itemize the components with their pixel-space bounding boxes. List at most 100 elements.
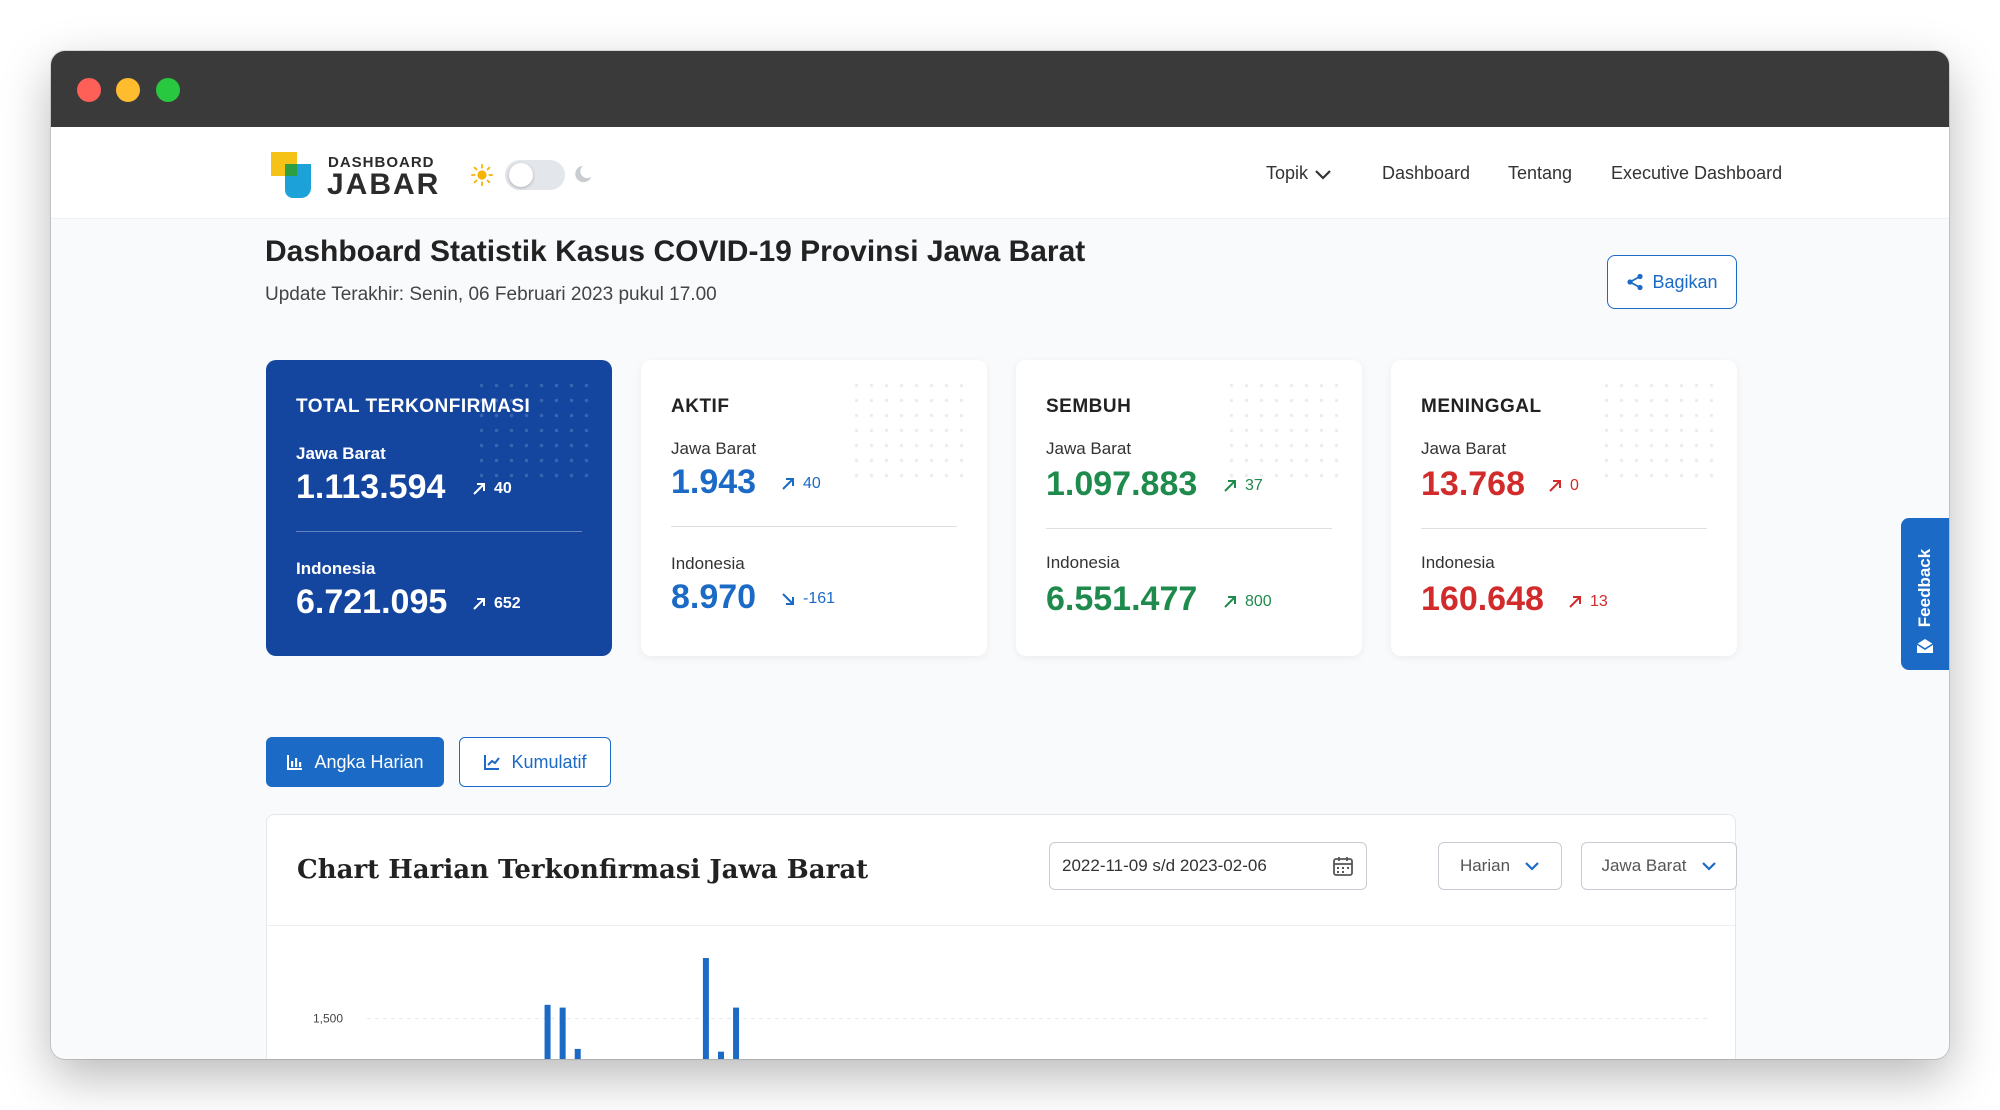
window-titlebar [51,51,1949,127]
logo-text-big: JABAR [327,168,441,201]
card-divider [296,531,582,532]
delta-value: 0 [1570,477,1579,494]
region-label-indonesia: Indonesia [671,554,745,573]
region-select-value: Jawa Barat [1601,856,1687,875]
delta-value: 13 [1590,593,1608,610]
period-select-value: Harian [1459,856,1511,875]
delta-value: 37 [1245,477,1263,494]
bar-chart-icon [287,755,303,770]
delta-jabar: 37 [1223,477,1263,495]
calendar-icon [1333,857,1353,876]
daily-view-button[interactable]: Angka Harian [266,737,444,787]
arrow-up-right-icon [473,483,485,495]
region-label-jabar: Jawa Barat [296,444,386,463]
value-jabar: 1.097.883 [1046,465,1198,503]
dot-pattern [1599,378,1719,488]
value-indonesia: 8.970 [671,578,757,616]
nav-topik-label: Topik [1266,163,1309,183]
dot-pattern [1224,378,1344,488]
nav-topik[interactable]: Topik [1266,163,1332,184]
card-divider [1421,528,1707,529]
card-aktif: AKTIF Jawa Barat 1.943 40 Indonesia 8.97… [641,360,987,656]
chart-header: Chart Harian Terkonfirmasi Jawa Barat 20… [267,815,1737,926]
chart-bar[interactable] [559,1007,566,1059]
last-update-text: Update Terakhir: Senin, 06 Februari 2023… [265,284,717,305]
value-indonesia: 160.648 [1421,580,1544,618]
region-label-jabar: Jawa Barat [1046,439,1132,458]
chevron-down-icon [1315,170,1331,180]
delta-indonesia: -161 [781,590,835,608]
minimize-window-button[interactable] [116,78,140,102]
region-label-indonesia: Indonesia [296,559,376,578]
cumulative-view-label: Kumulatif [511,751,587,772]
sun-icon [471,164,493,186]
nav-executive-dashboard[interactable]: Executive Dashboard [1611,163,1782,184]
value-jabar: 1.113.594 [296,468,446,506]
chart-bar[interactable] [544,1004,551,1059]
region-label-jabar: Jawa Barat [671,439,757,458]
nav-tentang[interactable]: Tentang [1508,163,1572,184]
delta-value: -161 [803,590,836,607]
region-label-jabar: Jawa Barat [1421,439,1507,458]
card-total-terkonfirmasi: TOTAL TERKONFIRMASI Jawa Barat 1.113.594… [266,360,612,656]
chart-title: Chart Harian Terkonfirmasi Jawa Barat [297,855,869,885]
delta-jabar: 40 [781,475,821,493]
y-tick-label: 1,500 [313,1012,343,1026]
feedback-tab[interactable]: Feedback [1901,518,1949,670]
card-sembuh: SEMBUH Jawa Barat 1.097.883 37 Indonesia… [1016,360,1362,656]
nav-dashboard[interactable]: Dashboard [1382,163,1470,184]
page-title: Dashboard Statistik Kasus COVID-19 Provi… [265,235,1086,268]
card-divider [671,526,957,527]
card-title: TOTAL TERKONFIRMASI [296,396,531,417]
arrow-up-right-icon [1569,596,1581,608]
date-range-value: 2022-11-09 s/d 2023-02-06 [1062,856,1267,875]
toggle-knob [509,163,533,187]
delta-jabar: 0 [1548,477,1579,495]
line-chart-icon [484,755,501,770]
share-icon [1627,273,1644,291]
jabar-logo-icon[interactable] [267,148,319,200]
dot-pattern [474,378,594,488]
chart-bar[interactable] [574,1048,581,1059]
card-title: MENINGGAL [1421,396,1542,417]
arrow-up-right-icon [473,598,485,610]
card-meninggal: MENINGGAL Jawa Barat 13.768 0 Indonesia … [1391,360,1737,656]
region-select[interactable]: Jawa Barat [1581,842,1737,890]
chart-bar[interactable] [717,1051,724,1059]
chart-bar[interactable] [733,1007,740,1059]
cumulative-view-button[interactable]: Kumulatif [459,737,611,787]
moon-icon [575,165,592,183]
delta-value: 40 [494,480,512,497]
daily-confirmed-chart: 1,500 [313,958,1707,1059]
value-jabar: 1.943 [671,463,757,501]
region-label-indonesia: Indonesia [1421,553,1495,572]
period-select[interactable]: Harian [1438,842,1562,890]
value-jabar: 13.768 [1421,465,1525,503]
browser-window: DASHBOARD JABAR Topik Dashboard Tentang … [51,51,1949,1059]
maximize-window-button[interactable] [156,78,180,102]
value-indonesia: 6.721.095 [296,583,448,621]
dark-mode-toggle[interactable] [505,160,565,190]
delta-indonesia: 13 [1568,593,1608,611]
arrow-up-right-icon [1549,480,1561,492]
delta-value: 652 [494,595,521,612]
close-window-button[interactable] [77,78,101,102]
value-indonesia: 6.551.477 [1046,580,1198,618]
region-label-indonesia: Indonesia [1046,553,1120,572]
dot-pattern [849,378,969,488]
card-title: SEMBUH [1046,396,1132,417]
chart-panel: Chart Harian Terkonfirmasi Jawa Barat 20… [266,814,1737,1059]
chart-bar[interactable] [702,958,709,1059]
share-button[interactable]: Bagikan [1607,255,1737,309]
feedback-label: Feedback [1915,548,1934,628]
share-label: Bagikan [1652,271,1718,292]
delta-jabar: 40 [472,480,512,498]
daily-view-label: Angka Harian [314,751,424,772]
card-title: AKTIF [671,396,730,417]
chevron-down-icon [1525,862,1539,871]
envelope-icon [1916,639,1934,653]
card-divider [1046,528,1332,529]
date-range-picker[interactable]: 2022-11-09 s/d 2023-02-06 [1049,842,1367,890]
arrow-up-right-icon [782,478,794,490]
delta-indonesia: 800 [1223,593,1272,611]
